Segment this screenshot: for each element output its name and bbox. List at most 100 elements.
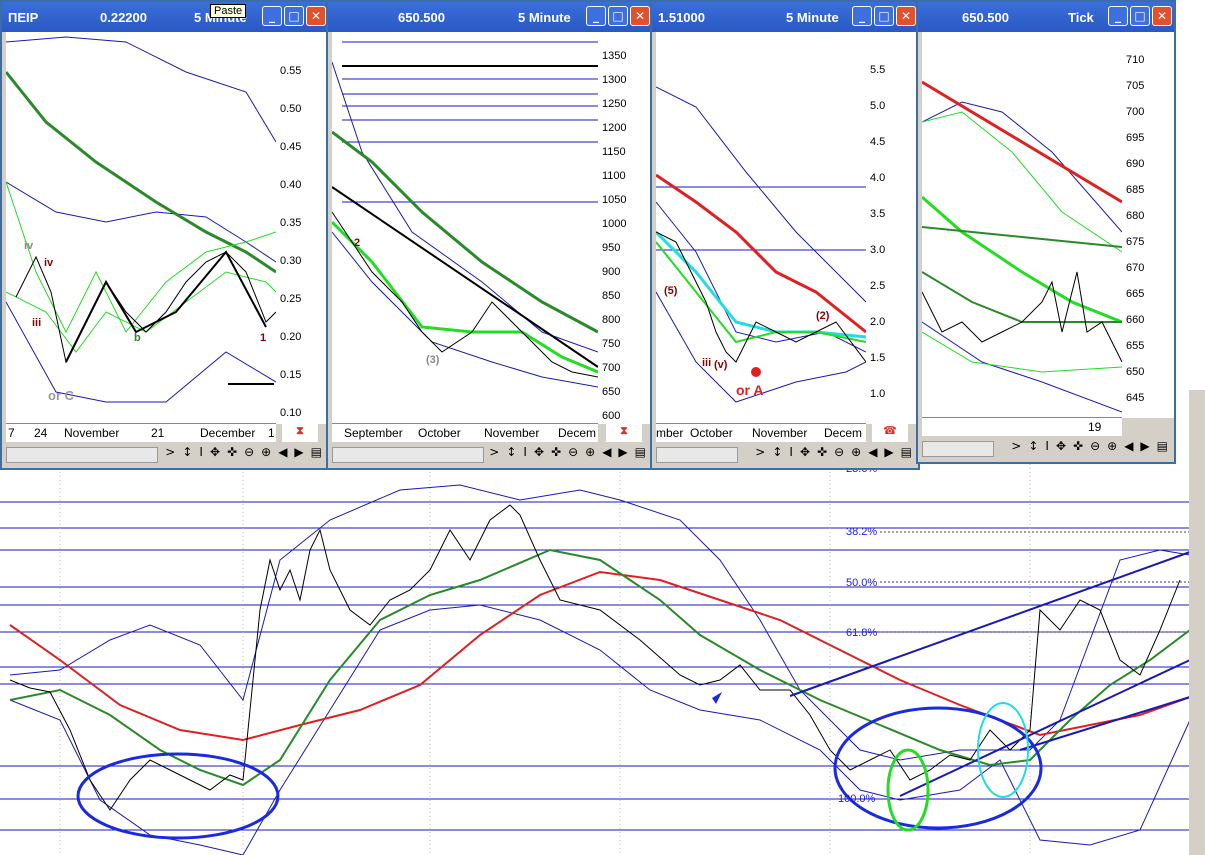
y-tick: 700: [1126, 106, 1145, 118]
zoom-in-icon[interactable]: ⊕: [1107, 439, 1117, 453]
zoom-out-icon[interactable]: ⊖: [834, 445, 844, 459]
window-titlebar[interactable]: 650.500 5 Minute _ □ ✕: [328, 2, 652, 32]
window-interval: 5 Minute: [786, 10, 839, 25]
maximize-icon[interactable]: □: [608, 6, 628, 26]
minimize-icon[interactable]: _: [262, 6, 282, 26]
window-titlebar[interactable]: 650.500 Tick _ □ ✕: [918, 2, 1174, 32]
main-chart[interactable]: [0, 460, 1205, 855]
y-axis: 710 705 700 695 690 685 680 675 670 665 …: [1122, 32, 1174, 418]
text-icon[interactable]: I: [1045, 439, 1049, 453]
close-icon[interactable]: ✕: [630, 6, 650, 26]
plot-area[interactable]: [6, 32, 276, 426]
phone-icon[interactable]: ☎: [872, 424, 908, 442]
zoom-out-icon[interactable]: ⊖: [568, 445, 578, 459]
x-tick: November: [484, 426, 540, 440]
x-axis: mber October November Decem: [656, 423, 866, 442]
window-price: 650.500: [962, 10, 1009, 25]
fib-label: 61.8%: [846, 627, 878, 639]
zoom-in-icon[interactable]: ⊕: [851, 445, 861, 459]
minimize-icon[interactable]: _: [1108, 6, 1128, 26]
next-icon[interactable]: ▶: [1140, 439, 1149, 453]
y-tick: 850: [602, 290, 621, 302]
plot-area[interactable]: [332, 32, 598, 426]
horizontal-scrollbar[interactable]: [332, 447, 484, 463]
y-tick: 5.0: [870, 100, 886, 112]
zoom-out-icon[interactable]: ⊖: [244, 445, 254, 459]
chart-window-4[interactable]: 650.500 Tick _ □ ✕ 710 705 700 695 690 6…: [916, 0, 1176, 464]
grid-icon[interactable]: ▤: [635, 445, 646, 459]
maximize-icon[interactable]: □: [284, 6, 304, 26]
pan-icon[interactable]: ✜: [551, 445, 561, 459]
window-titlebar[interactable]: ПEIP 0.22200 5 Minute _ □ ✕: [2, 2, 328, 32]
scroll-right-icon[interactable]: >: [165, 445, 175, 459]
text-icon[interactable]: I: [523, 445, 527, 459]
wave-label: (v): [714, 359, 728, 371]
y-tick: 690: [1126, 158, 1145, 170]
window-toolbar: > ↕ I ✥ ✜ ⊖ ⊕ ◀ ▶ ▤: [922, 438, 1170, 458]
y-tick: 4.0: [870, 172, 886, 184]
horizontal-scrollbar[interactable]: [6, 447, 158, 463]
y-tick: 660: [1126, 314, 1145, 326]
scroll-right-icon[interactable]: >: [489, 445, 499, 459]
y-tick: 675: [1126, 236, 1145, 248]
window-titlebar[interactable]: 1.51000 5 Minute _ □ ✕: [652, 2, 918, 32]
grid-icon[interactable]: ▤: [311, 445, 322, 459]
prev-icon[interactable]: ◀: [868, 445, 877, 459]
y-tick: 750: [602, 338, 621, 350]
close-icon[interactable]: ✕: [1152, 6, 1172, 26]
maximize-icon[interactable]: □: [874, 6, 894, 26]
cursor-icon[interactable]: ↕: [772, 445, 782, 459]
next-icon[interactable]: ▶: [618, 445, 627, 459]
text-icon[interactable]: I: [199, 445, 203, 459]
horizontal-scrollbar[interactable]: [922, 441, 994, 457]
horizontal-scrollbar[interactable]: [656, 447, 738, 463]
close-icon[interactable]: ✕: [306, 6, 326, 26]
move-icon[interactable]: ✥: [210, 445, 220, 459]
plot-area[interactable]: [922, 32, 1122, 420]
pan-icon[interactable]: ✜: [817, 445, 827, 459]
tooltip: Paste: [210, 4, 247, 18]
text-icon[interactable]: I: [789, 445, 793, 459]
window-interval: 5 Minute: [518, 10, 571, 25]
zoom-out-icon[interactable]: ⊖: [1090, 439, 1100, 453]
chart-window-2[interactable]: 650.500 5 Minute _ □ ✕ 1350 1300 1250 12…: [326, 0, 654, 470]
next-icon[interactable]: ▶: [294, 445, 303, 459]
move-icon[interactable]: ✥: [1056, 439, 1066, 453]
prev-icon[interactable]: ◀: [602, 445, 611, 459]
hourglass-icon[interactable]: ⧗: [606, 424, 642, 442]
pan-icon[interactable]: ✜: [1073, 439, 1083, 453]
cursor-icon[interactable]: ↕: [506, 445, 516, 459]
y-tick: 4.5: [870, 136, 886, 148]
close-icon[interactable]: ✕: [896, 6, 916, 26]
annotation-ellipse-left: [76, 752, 280, 840]
zoom-in-icon[interactable]: ⊕: [585, 445, 595, 459]
cursor-icon[interactable]: ↕: [1028, 439, 1038, 453]
plot-area[interactable]: [656, 32, 866, 426]
prev-icon[interactable]: ◀: [1124, 439, 1133, 453]
maximize-icon[interactable]: □: [1130, 6, 1150, 26]
scroll-right-icon[interactable]: >: [1011, 439, 1021, 453]
prev-icon[interactable]: ◀: [278, 445, 287, 459]
zoom-in-icon[interactable]: ⊕: [261, 445, 271, 459]
pan-icon[interactable]: ✜: [227, 445, 237, 459]
window-toolbar: > ↕ I ✥ ✜ ⊖ ⊕ ◀ ▶ ▤: [332, 444, 648, 464]
grid-icon[interactable]: ▤: [1157, 439, 1168, 453]
minimize-icon[interactable]: _: [586, 6, 606, 26]
x-tick: mber: [656, 426, 684, 440]
move-icon[interactable]: ✥: [534, 445, 544, 459]
move-icon[interactable]: ✥: [800, 445, 810, 459]
grid-icon[interactable]: ▤: [901, 445, 912, 459]
minimize-icon[interactable]: _: [852, 6, 872, 26]
main-right-scrollbar[interactable]: [1189, 390, 1205, 855]
x-tick: October: [690, 426, 733, 440]
cursor-icon[interactable]: ↕: [182, 445, 192, 459]
x-tick: December: [200, 426, 256, 440]
y-tick: 2.5: [870, 280, 886, 292]
next-icon[interactable]: ▶: [884, 445, 893, 459]
chart-window-1[interactable]: ПEIP 0.22200 5 Minute _ □ ✕ Paste 0.55 0…: [0, 0, 330, 470]
scroll-right-icon[interactable]: >: [755, 445, 765, 459]
chart-window-3[interactable]: 1.51000 5 Minute _ □ ✕ 5.5 5.0 4.5 4.0 3…: [650, 0, 920, 470]
wave-label: (2): [816, 310, 830, 322]
x-tick: 7: [8, 426, 15, 440]
hourglass-icon[interactable]: ⧗: [282, 424, 318, 442]
